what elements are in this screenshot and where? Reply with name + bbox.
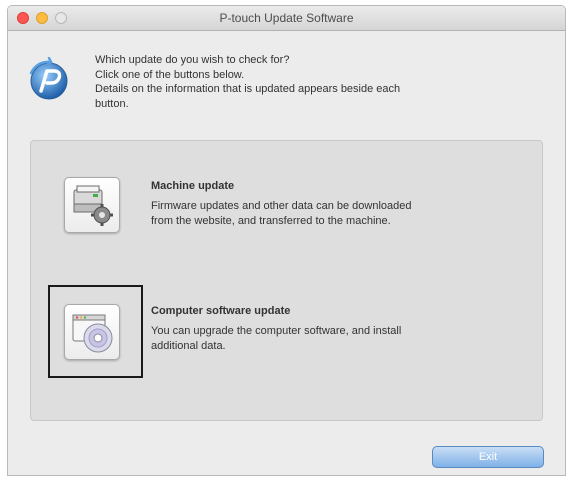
options-panel: Machine update Firmware updates and othe… bbox=[30, 140, 543, 421]
machine-update-title: Machine update bbox=[151, 180, 235, 192]
printer-gear-icon bbox=[73, 185, 113, 226]
intro-text: Which update do you wish to check for? C… bbox=[95, 53, 535, 111]
computer-software-update-button[interactable] bbox=[64, 304, 120, 360]
intro-line: Which update do you wish to check for? bbox=[95, 54, 290, 66]
computer-update-desc-line: additional data. bbox=[151, 340, 226, 352]
machine-update-desc-line: from the website, and transferred to the… bbox=[151, 215, 391, 227]
computer-update-title: Computer software update bbox=[151, 305, 291, 317]
window-disc-icon bbox=[72, 314, 113, 353]
machine-update-desc-line: Firmware updates and other data can be d… bbox=[151, 200, 412, 212]
machine-update-button[interactable] bbox=[64, 177, 120, 233]
p-touch-logo-icon bbox=[27, 56, 71, 101]
intro-line: button. bbox=[95, 97, 129, 110]
machine-update-info: Machine update Firmware updates and othe… bbox=[151, 179, 521, 229]
title-bar[interactable]: P-touch Update Software bbox=[8, 6, 565, 31]
window-title: P-touch Update Software bbox=[219, 11, 354, 25]
exit-button[interactable]: Exit bbox=[432, 446, 544, 468]
computer-update-info: Computer software update You can upgrade… bbox=[151, 304, 521, 354]
intro-line: Click one of the buttons below. bbox=[95, 68, 245, 81]
intro-line: Details on the information that is updat… bbox=[95, 83, 401, 95]
computer-update-desc-line: You can upgrade the computer software, a… bbox=[151, 325, 402, 337]
